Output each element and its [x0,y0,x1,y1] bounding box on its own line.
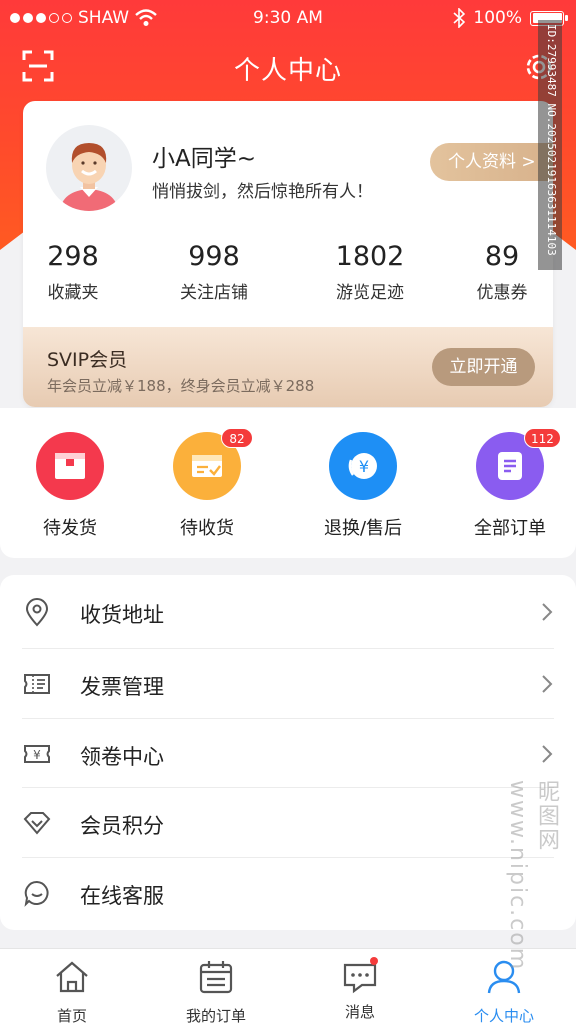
tab-my-orders[interactable]: 我的订单 [161,957,271,1024]
menu-label: 领卷中心 [80,745,164,769]
stat-label: 优惠券 [476,283,528,303]
order-icon-circle: 112 [476,428,561,500]
order-refund[interactable]: ¥ 退换/售后 [298,432,428,540]
svip-activate-button[interactable]: 立即开通 [432,348,535,386]
order-icon-circle [36,432,104,500]
diamond-icon [23,812,51,835]
order-label: 待发货 [43,518,97,539]
chevron-right-icon [542,603,553,621]
menu-item-points[interactable]: 会员积分 [0,788,576,858]
box-icon [55,453,85,479]
order-icon-circle: ¥ [329,432,397,500]
order-to-ship[interactable]: 待发货 [5,432,135,540]
user-name: 小A同学~ [152,146,257,172]
chevron-right-icon [542,745,553,763]
order-label: 退换/售后 [323,518,403,539]
stat-favorites[interactable]: 298 收藏夹 [23,241,128,303]
order-shortcuts: 待发货 82 待收货 ¥ 退换/售后 112 全部订单 [0,408,576,558]
order-badge: 82 [221,428,253,448]
status-bar: SHAW 9:30 AM 100% [0,0,576,36]
menu-item-address[interactable]: 收货地址 [0,577,576,647]
order-icon-circle: 82 [173,428,253,500]
order-badge: 112 [524,428,561,448]
menu-item-customer-service[interactable]: 在线客服 [0,858,576,928]
avatar[interactable] [46,125,132,211]
location-pin-icon [25,598,49,627]
refund-yen-icon: ¥ [348,453,377,479]
unread-dot [370,957,378,965]
chevron-right-icon [542,675,553,693]
tab-messages[interactable]: 消息 [305,957,415,1022]
stat-label: 游览足迹 [336,283,404,303]
order-to-receive[interactable]: 82 待收货 [142,428,272,540]
battery-percent: 100% [473,8,522,28]
svip-title: SVIP会员 [47,349,128,371]
order-label: 全部订单 [474,518,546,539]
tab-label: 首页 [56,1007,87,1024]
stat-history[interactable]: 1802 游览足迹 [315,241,425,303]
menu-label: 收货地址 [80,603,164,627]
invoice-icon [24,674,50,694]
menu-label: 会员积分 [80,814,164,838]
user-avatar-icon [60,143,118,211]
package-check-icon [192,455,222,477]
menu-item-invoice[interactable]: 发票管理 [0,649,576,719]
profile-details-button[interactable]: 个人资料 > [430,143,553,181]
stat-label: 收藏夹 [47,283,99,303]
page-title: 个人中心 [233,56,342,86]
calendar-icon [199,961,233,994]
profile-card: 小A同学~ 悄悄拔剑，然后惊艳所有人！ 个人资料 > 298 收藏夹 998 关… [23,101,553,407]
order-all[interactable]: 112 全部订单 [445,428,575,540]
tab-label: 我的订单 [185,1007,246,1024]
stat-value: 998 [188,241,240,272]
stat-value: 1802 [335,241,405,272]
watermark-site: 昵图网 www.nipic.com [505,780,559,972]
watermark-id: ID:27993487 NO.20250219163631114103 [545,24,558,256]
tab-bar: 首页 我的订单 消息 个人中心 [0,948,576,1024]
coupon-icon: ¥ [24,745,50,763]
stat-value: 298 [47,241,99,272]
stat-followed-shops[interactable]: 998 关注店铺 [159,241,269,303]
tab-home[interactable]: 首页 [17,957,127,1024]
home-icon [56,961,88,993]
chat-icon [24,880,49,907]
svg-text:¥: ¥ [33,748,41,762]
stats-row: 298 收藏夹 998 关注店铺 1802 游览足迹 89 优惠券 [23,241,553,311]
svg-text:¥: ¥ [359,457,369,476]
stat-label: 关注店铺 [180,283,248,303]
menu-label: 在线客服 [80,884,164,908]
svip-description: 年会员立减￥188，终身会员立减￥288 [47,377,315,395]
order-label: 待收货 [180,518,234,539]
tab-label: 消息 [344,1003,375,1021]
menu-item-coupon-center[interactable]: ¥ 领卷中心 [0,719,576,789]
bluetooth-icon [453,8,466,28]
svip-banner: SVIP会员 年会员立减￥188，终身会员立减￥288 立即开通 [23,327,553,407]
nav-bar: 个人中心 [0,38,576,94]
order-list-icon [498,452,522,480]
settings-menu: 收货地址 发票管理 ¥ 领卷中心 会员积分 在线客服 [0,575,576,930]
menu-label: 发票管理 [80,675,164,699]
tab-icon-wrap [340,957,380,997]
user-motto: 悄悄拔剑，然后惊艳所有人！ [152,182,373,202]
